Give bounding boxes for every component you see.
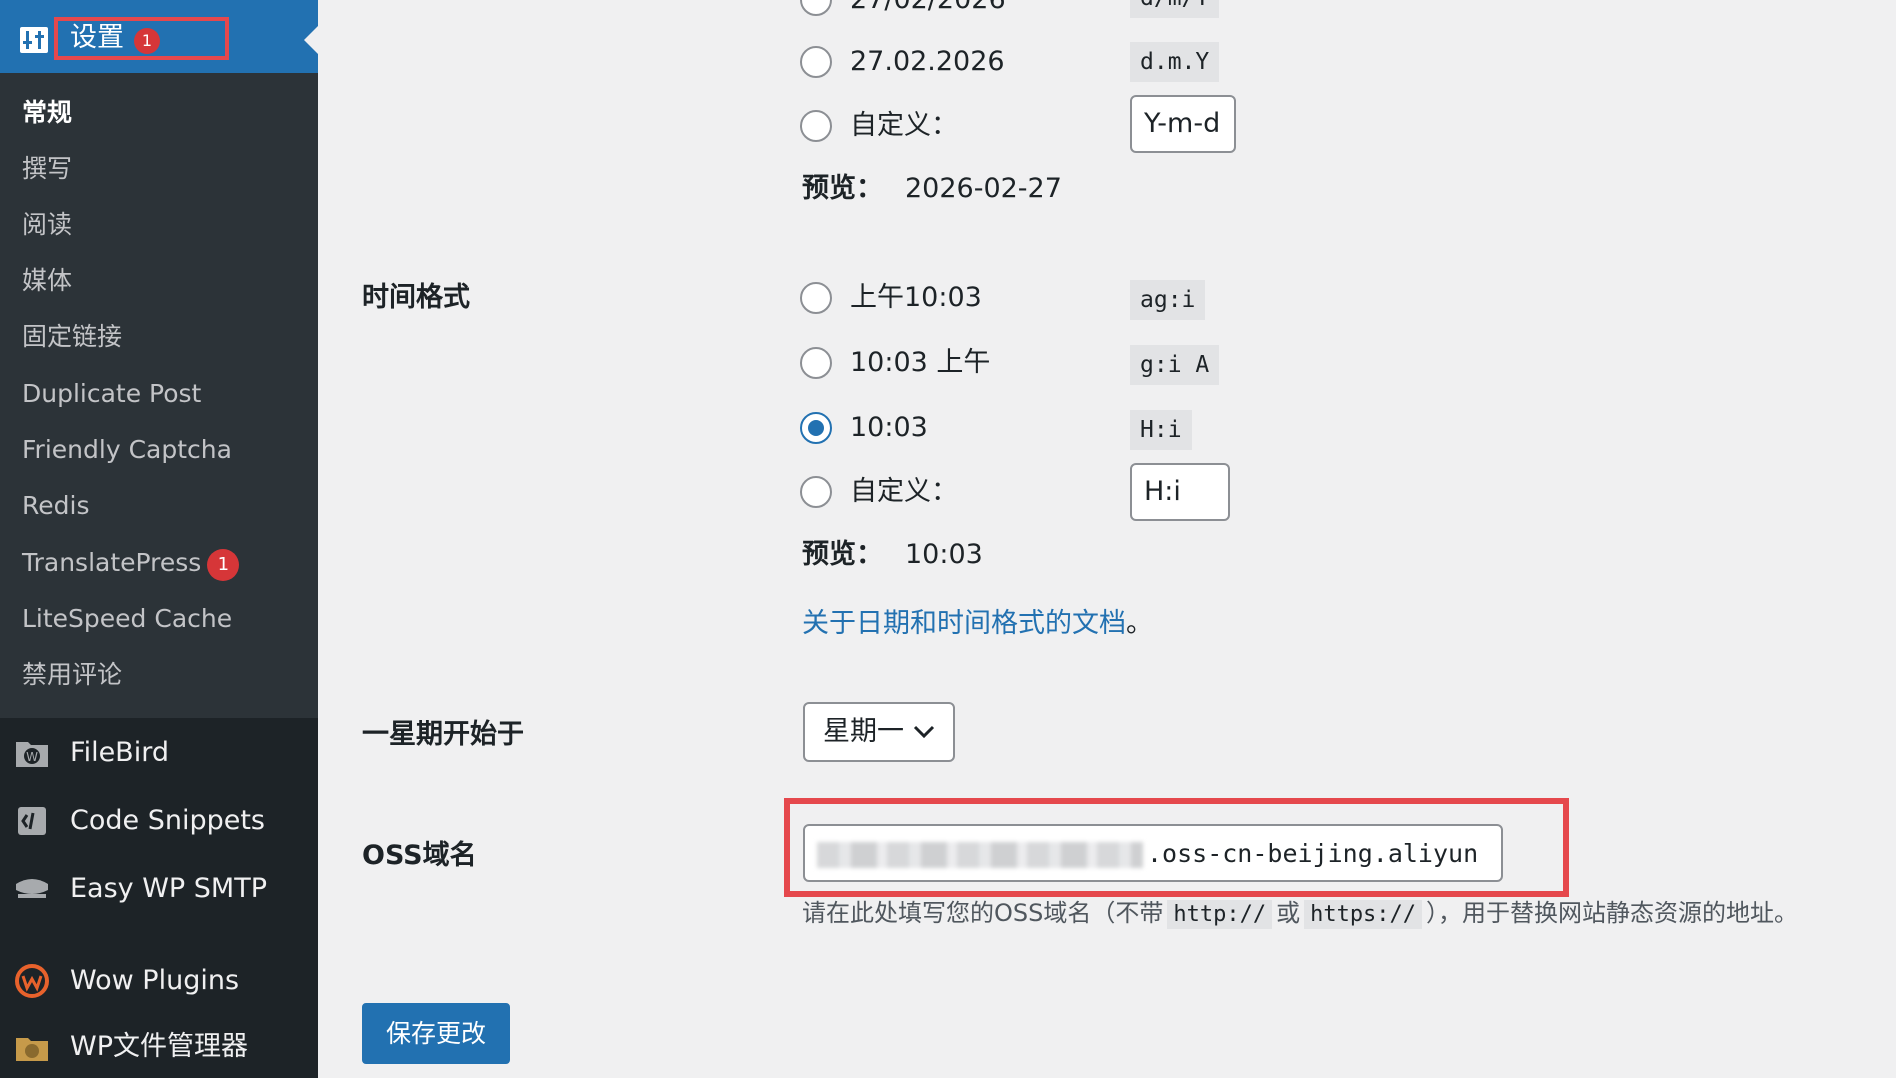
wp-file-manager-label: WP文件管理器 <box>70 1031 248 1062</box>
settings-submenu: 常规 撰写 阅读 媒体 固定链接 Duplicate Post Friendly… <box>0 73 318 718</box>
oss-domain-input[interactable]: .oss-cn-beijing.aliyun <box>803 824 1503 882</box>
week-start-select[interactable]: 星期一 <box>803 702 955 762</box>
oss-domain-heading: OSS域名 <box>362 840 477 871</box>
submenu-item-translatepress[interactable]: TranslatePress 1 <box>22 545 240 581</box>
code-snippets-icon <box>14 804 50 838</box>
filebird-icon: W <box>14 736 50 770</box>
chevron-down-icon <box>913 724 935 743</box>
submenu-item-disable-comments[interactable]: 禁用评论 <box>22 657 122 693</box>
oss-desc-or: 或 <box>1276 899 1301 927</box>
translatepress-badge: 1 <box>207 549 240 581</box>
code-snippets-label: Code Snippets <box>70 805 265 836</box>
current-menu-arrow <box>304 26 318 54</box>
settings-highlight-box <box>54 17 229 60</box>
time-preview-value: 10:03 <box>905 539 983 570</box>
date-preview-value: 2026-02-27 <box>905 173 1062 204</box>
svg-text:W: W <box>26 750 38 764</box>
submenu-item-duplicate-post[interactable]: Duplicate Post <box>22 376 201 412</box>
submenu-item-permalinks[interactable]: 固定链接 <box>22 319 122 355</box>
date-format-radio-custom[interactable] <box>800 110 832 142</box>
menu-item-filebird[interactable]: W FileBird <box>0 722 318 784</box>
oss-desc-suffix: ），用于替换网站静态资源的地址。 <box>1426 899 1799 927</box>
date-format-option-dot-code: d.m.Y <box>1130 42 1220 82</box>
time-format-option-ag-i-label: 上午10:03 <box>850 282 982 313</box>
time-preview-label: 预览： <box>802 539 883 570</box>
wow-plugins-label: Wow Plugins <box>70 965 240 996</box>
easy-wp-smtp-label: Easy WP SMTP <box>70 873 268 904</box>
date-format-preview: 预览： 2026-02-27 <box>802 169 1062 209</box>
time-format-option-ag-i-code: ag:i <box>1130 280 1206 320</box>
time-format-radio-ag-i[interactable] <box>800 282 832 314</box>
submenu-item-general[interactable]: 常规 <box>22 95 72 131</box>
date-format-custom-label: 自定义： <box>850 110 958 141</box>
submenu-item-litespeed-cache[interactable]: LiteSpeed Cache <box>22 601 232 637</box>
wow-plugins-icon <box>14 964 50 998</box>
doc-link-period: 。 <box>1126 608 1153 639</box>
smtp-icon <box>14 872 50 906</box>
translatepress-label: TranslatePress <box>22 548 202 577</box>
date-format-option-slash-code: d/m/Y <box>1130 0 1220 18</box>
date-time-doc-link-row: 关于日期和时间格式的文档。 <box>802 604 1153 644</box>
time-format-option-g-i-a-code: g:i A <box>1130 345 1220 385</box>
submenu-item-reading[interactable]: 阅读 <box>22 207 72 243</box>
oss-desc-code-https: https:// <box>1304 900 1423 929</box>
date-time-doc-link[interactable]: 关于日期和时间格式的文档 <box>802 608 1126 639</box>
date-format-option-dot-label: 27.02.2026 <box>850 46 1005 77</box>
admin-sidebar: 设置 1 常规 撰写 阅读 媒体 固定链接 Duplicate Post Fri… <box>0 0 318 1078</box>
week-start-selected-value: 星期一 <box>823 716 904 747</box>
file-manager-icon <box>14 1030 50 1064</box>
save-changes-button[interactable]: 保存更改 <box>362 1003 510 1064</box>
date-preview-label: 预览： <box>802 173 883 204</box>
oss-desc-prefix: 请在此处填写您的OSS域名（不带 <box>802 899 1164 927</box>
time-format-preview: 预览： 10:03 <box>802 535 983 575</box>
menu-item-code-snippets[interactable]: Code Snippets <box>0 790 318 852</box>
submenu-item-media[interactable]: 媒体 <box>22 263 72 299</box>
time-format-option-h-i-label: 10:03 <box>850 412 928 443</box>
time-format-radio-g-i-a[interactable] <box>800 347 832 379</box>
settings-sliders-icon <box>20 27 48 53</box>
time-format-radio-h-i[interactable] <box>800 412 832 444</box>
menu-item-wp-file-manager[interactable]: WP文件管理器 <box>0 1016 318 1078</box>
filebird-label: FileBird <box>70 737 169 768</box>
oss-domain-visible-value: .oss-cn-beijing.aliyun <box>1147 839 1479 868</box>
oss-domain-description: 请在此处填写您的OSS域名（不带 http://或 https://），用于替换网站… <box>802 894 1798 934</box>
oss-desc-code-http: http:// <box>1167 900 1273 929</box>
date-format-radio-slash[interactable] <box>800 0 832 16</box>
submenu-item-redis[interactable]: Redis <box>22 488 89 524</box>
date-format-radio-dot[interactable] <box>800 46 832 78</box>
time-format-option-h-i-code: H:i <box>1130 410 1192 450</box>
oss-domain-redacted-part <box>817 842 1143 868</box>
date-format-custom-input[interactable]: Y-m-d <box>1130 95 1236 153</box>
submenu-item-writing[interactable]: 撰写 <box>22 151 72 187</box>
menu-item-easy-wp-smtp[interactable]: Easy WP SMTP <box>0 858 318 920</box>
submenu-item-friendly-captcha[interactable]: Friendly Captcha <box>22 432 232 468</box>
menu-item-wow-plugins[interactable]: Wow Plugins <box>0 950 318 1012</box>
date-format-option-slash-label: 27/02/2026 <box>850 0 1006 20</box>
time-format-custom-input[interactable]: H:i <box>1130 463 1230 521</box>
week-start-heading: 一星期开始于 <box>362 719 524 750</box>
time-format-radio-custom[interactable] <box>800 476 832 508</box>
time-format-option-g-i-a-label: 10:03 上午 <box>850 347 991 378</box>
time-format-heading: 时间格式 <box>362 282 470 313</box>
time-format-custom-label: 自定义： <box>850 476 958 507</box>
